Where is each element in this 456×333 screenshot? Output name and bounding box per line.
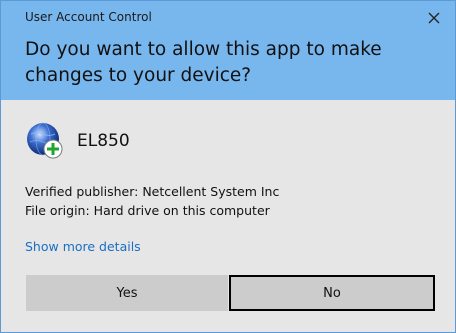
uac-dialog: User Account Control Do you want to allo… xyxy=(0,0,456,333)
publisher-text: Verified publisher: Netcellent System In… xyxy=(25,184,280,199)
globe-with-plus-icon xyxy=(25,121,65,161)
dialog-title: User Account Control xyxy=(25,10,152,24)
origin-text: File origin: Hard drive on this computer xyxy=(25,203,270,218)
close-button[interactable] xyxy=(423,7,445,29)
show-more-details-link[interactable]: Show more details xyxy=(25,239,141,254)
yes-button[interactable]: Yes xyxy=(26,275,228,311)
app-info: Verified publisher: Netcellent System In… xyxy=(25,182,279,220)
dialog-header: User Account Control Do you want to allo… xyxy=(1,1,455,100)
app-row: EL850 xyxy=(25,119,130,163)
close-icon xyxy=(428,12,440,24)
app-name: EL850 xyxy=(77,131,130,151)
dialog-question: Do you want to allow this app to make ch… xyxy=(25,39,382,86)
no-button[interactable]: No xyxy=(229,275,435,311)
